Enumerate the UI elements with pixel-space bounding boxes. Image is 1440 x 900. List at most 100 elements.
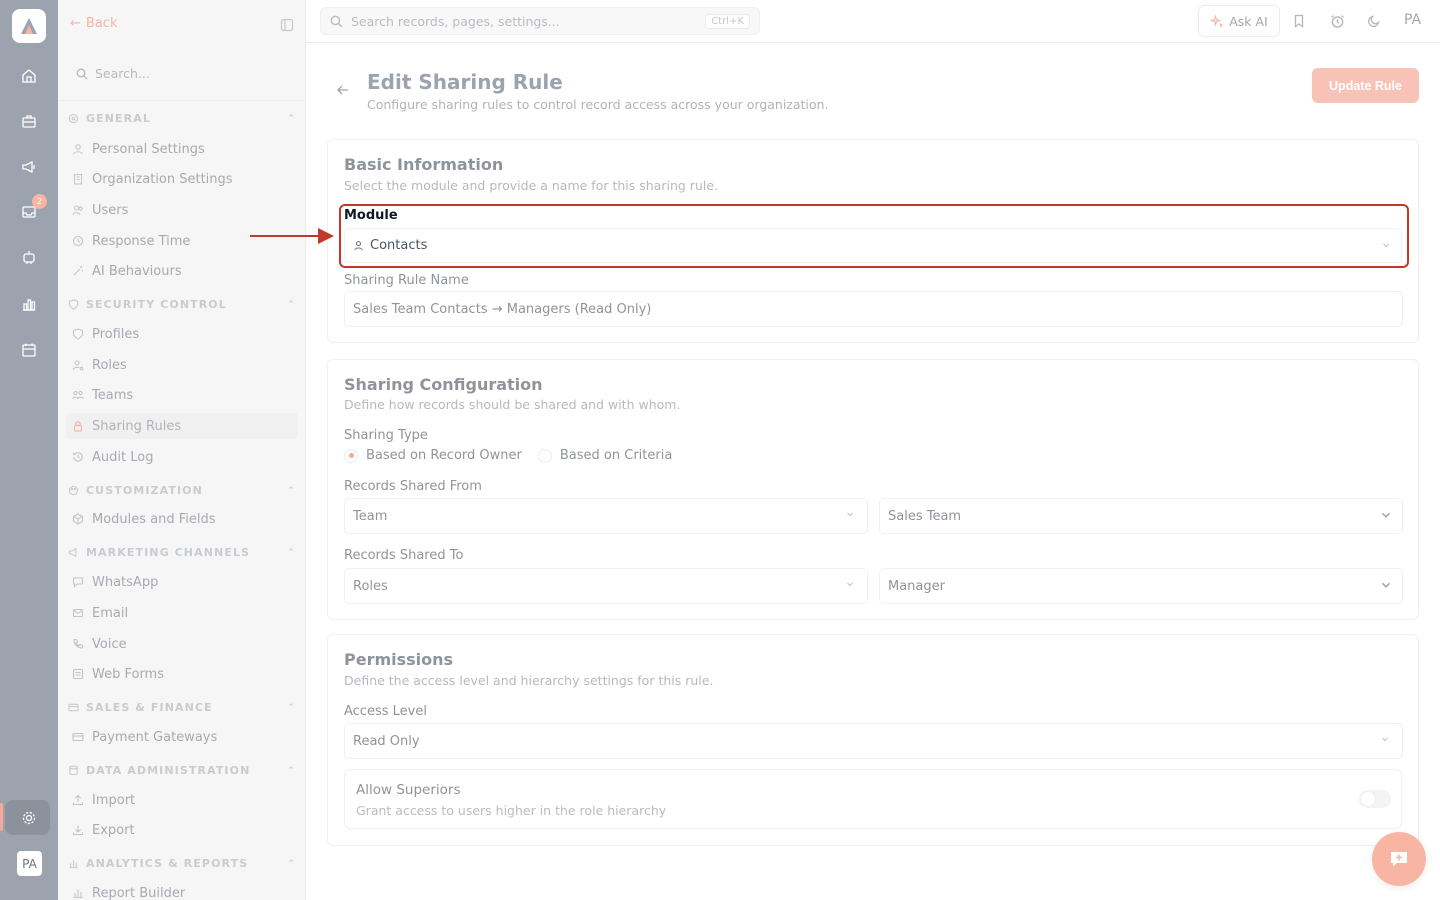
wand-icon bbox=[72, 265, 84, 277]
download-icon bbox=[72, 824, 84, 836]
bookmark-icon[interactable] bbox=[1290, 12, 1308, 30]
alarm-clock-icon[interactable] bbox=[1328, 12, 1346, 30]
sharing-rule-name-label: Sharing Rule Name bbox=[344, 273, 469, 288]
shared-to-type-select[interactable]: Roles bbox=[344, 568, 868, 604]
chevron-down-icon bbox=[845, 509, 857, 521]
ask-ai-button[interactable]: Ask AI bbox=[1198, 5, 1280, 37]
radio-record-owner[interactable] bbox=[344, 448, 358, 463]
home-icon[interactable] bbox=[17, 64, 41, 88]
records-shared-to-label: Records Shared To bbox=[344, 548, 464, 563]
sidebar-item-email[interactable]: Email bbox=[72, 600, 298, 626]
sidebar-search[interactable]: Search... bbox=[76, 66, 150, 81]
shared-from-type-select[interactable]: Team bbox=[344, 498, 868, 534]
nav-rail: 2 PA bbox=[0, 0, 58, 900]
settings-section-icon bbox=[68, 113, 80, 125]
moon-icon[interactable] bbox=[1365, 12, 1383, 30]
sidebar-item-label: Profiles bbox=[92, 326, 140, 342]
shared-to-value: Manager bbox=[888, 578, 945, 594]
sidebar-item-modules-and-fields[interactable]: Modules and Fields bbox=[72, 506, 298, 532]
sidebar-item-web-forms[interactable]: Web Forms bbox=[72, 661, 298, 687]
card-title: Basic Information bbox=[344, 155, 504, 174]
section-customization[interactable]: CUSTOMIZATION ⌃ bbox=[68, 484, 296, 497]
sidebar-item-teams[interactable]: Teams bbox=[72, 382, 298, 408]
sidebar-item-payment-gateways[interactable]: Payment Gateways bbox=[72, 724, 298, 750]
bar-chart-icon bbox=[72, 887, 84, 899]
chevron-up-icon: ⌃ bbox=[287, 113, 296, 124]
sidebar-item-profiles[interactable]: Profiles bbox=[72, 321, 298, 347]
section-marketing-channels[interactable]: MARKETING CHANNELS ⌃ bbox=[68, 546, 296, 559]
history-icon bbox=[72, 451, 84, 463]
radio-criteria-label[interactable]: Based on Criteria bbox=[560, 448, 672, 463]
sidebar-item-import[interactable]: Import bbox=[72, 787, 298, 813]
mail-icon bbox=[72, 607, 84, 619]
access-level-label: Access Level bbox=[344, 704, 427, 719]
sidebar-item-report-builder[interactable]: Report Builder bbox=[72, 880, 298, 900]
allow-superiors-toggle[interactable] bbox=[1359, 790, 1391, 808]
sidebar-item-personal-settings[interactable]: Personal Settings bbox=[72, 136, 298, 162]
sidebar-item-roles[interactable]: Roles bbox=[72, 352, 298, 378]
active-indicator bbox=[0, 803, 3, 831]
allow-superiors-title: Allow Superiors bbox=[356, 782, 461, 798]
access-level-select[interactable]: Read Only bbox=[344, 723, 1403, 759]
shield-icon bbox=[68, 298, 80, 311]
sidebar-item-ai-behaviours[interactable]: AI Behaviours bbox=[72, 258, 298, 284]
users-icon bbox=[72, 204, 84, 216]
gear-icon[interactable] bbox=[17, 806, 41, 830]
shared-from-value-select[interactable]: Sales Team bbox=[879, 498, 1403, 534]
section-title: MARKETING CHANNELS bbox=[86, 546, 251, 559]
page-subtitle: Configure sharing rules to control recor… bbox=[367, 97, 829, 112]
user-initials[interactable]: PA bbox=[1404, 12, 1421, 28]
app-logo[interactable] bbox=[12, 9, 46, 43]
back-label: Back bbox=[85, 16, 118, 31]
radio-record-owner-label[interactable]: Based on Record Owner bbox=[366, 448, 522, 463]
shared-to-value-select[interactable]: Manager bbox=[879, 568, 1403, 604]
chart-icon[interactable] bbox=[17, 292, 41, 316]
sidebar-item-users[interactable]: Users bbox=[72, 197, 298, 223]
sidebar-item-whatsapp[interactable]: WhatsApp bbox=[72, 569, 298, 595]
access-level-value: Read Only bbox=[353, 733, 420, 749]
chat-support-button[interactable] bbox=[1372, 832, 1426, 886]
sidebar-item-label: Response Time bbox=[92, 233, 191, 249]
chevron-down-icon bbox=[845, 579, 857, 591]
radio-criteria[interactable] bbox=[537, 448, 552, 463]
sidebar-collapse-icon[interactable] bbox=[280, 17, 294, 32]
megaphone-icon[interactable] bbox=[17, 155, 41, 179]
sidebar-item-label: Export bbox=[92, 822, 135, 838]
search-shortcut: Ctrl+K bbox=[705, 14, 750, 29]
user-icon bbox=[72, 143, 84, 155]
global-search-input[interactable]: Search records, pages, settings... Ctrl+… bbox=[320, 7, 760, 35]
lock-icon bbox=[72, 420, 84, 432]
update-rule-button[interactable]: Update Rule bbox=[1312, 68, 1419, 103]
message-icon bbox=[72, 576, 84, 588]
sidebar-item-label: Roles bbox=[92, 357, 127, 373]
search-icon bbox=[76, 68, 88, 79]
briefcase-icon[interactable] bbox=[17, 109, 41, 133]
sidebar-item-sharing-rules[interactable]: Sharing Rules bbox=[66, 413, 298, 439]
back-link[interactable]: ← Back bbox=[70, 16, 117, 31]
database-icon bbox=[68, 765, 80, 777]
search-icon bbox=[330, 15, 343, 27]
card-subtitle: Define the access level and hierarchy se… bbox=[344, 673, 714, 688]
sharing-type-label: Sharing Type bbox=[344, 428, 428, 443]
section-general[interactable]: GENERAL ⌃ bbox=[68, 112, 296, 125]
section-title: SECURITY CONTROL bbox=[86, 298, 227, 311]
sidebar-item-label: Users bbox=[92, 202, 129, 218]
sidebar-item-export[interactable]: Export bbox=[72, 817, 298, 843]
sharing-rule-name-input[interactable]: Sales Team Contacts → Managers (Read Onl… bbox=[344, 291, 1403, 327]
sidebar-item-organization-settings[interactable]: Organization Settings bbox=[72, 166, 298, 192]
bar-chart-icon bbox=[68, 858, 80, 870]
sidebar-item-label: Voice bbox=[92, 636, 127, 652]
section-title: DATA ADMINISTRATION bbox=[86, 764, 251, 777]
sharing-configuration-card: Sharing Configuration Define how records… bbox=[327, 359, 1419, 620]
card-title: Permissions bbox=[344, 650, 454, 669]
section-sales-finance[interactable]: SALES & FINANCE ⌃ bbox=[68, 701, 296, 714]
page-back-arrow-icon[interactable] bbox=[336, 82, 350, 96]
section-security-control[interactable]: SECURITY CONTROL ⌃ bbox=[68, 298, 296, 311]
section-data-administration[interactable]: DATA ADMINISTRATION ⌃ bbox=[68, 764, 296, 777]
section-analytics-reports[interactable]: ANALYTICS & REPORTS ⌃ bbox=[68, 857, 296, 870]
sidebar-item-voice[interactable]: Voice bbox=[72, 631, 298, 657]
bot-icon[interactable] bbox=[17, 246, 41, 270]
sidebar-item-audit-log[interactable]: Audit Log bbox=[72, 444, 298, 470]
user-avatar[interactable]: PA bbox=[17, 851, 42, 876]
calendar-icon[interactable] bbox=[17, 338, 41, 362]
